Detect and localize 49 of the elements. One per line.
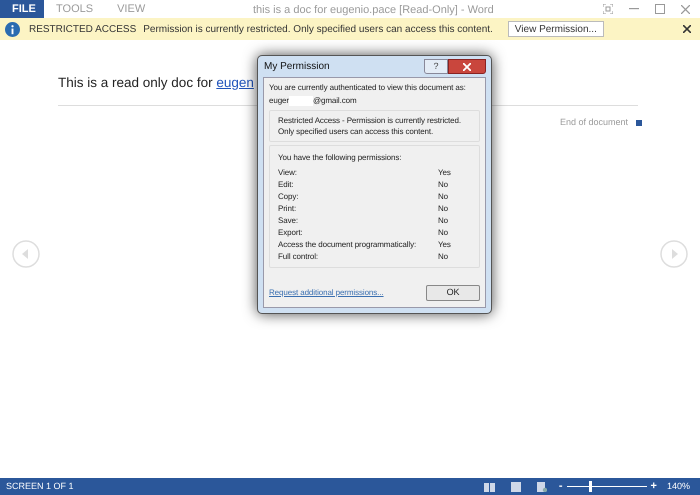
permission-value: No (438, 179, 448, 191)
permission-name: Print: (278, 203, 298, 215)
info-icon (5, 22, 20, 36)
ok-button[interactable]: OK (426, 285, 480, 301)
notice-text: Restricted Access - Permission is currently restricted. Only specified users can access this content. (278, 115, 462, 137)
view-permission-button[interactable]: View Permission... (508, 21, 604, 37)
window-title: this is a doc for eugenio.pace [Read-Only] - Word (253, 3, 494, 18)
permission-value: No (438, 227, 448, 239)
help-button[interactable]: ? (424, 59, 448, 74)
permission-value: Yes (438, 239, 451, 251)
close-button[interactable] (448, 59, 486, 74)
permission-name: Copy: (278, 191, 300, 203)
authentication-text: You are currently authenticated to view this document as: (269, 83, 467, 93)
book-icon[interactable] (484, 482, 495, 492)
minimize-icon[interactable] (629, 8, 639, 10)
page-icon[interactable] (510, 482, 521, 492)
email-start: euger (269, 95, 289, 107)
web-layout-icon[interactable] (536, 482, 547, 492)
screen-count: SCREEN 1 OF 1 (6, 480, 74, 493)
request-permissions-link[interactable]: Request additional permissions... (269, 287, 384, 299)
permissions-heading: You have the following permissions: (278, 152, 402, 164)
fullscreen-icon[interactable] (603, 4, 613, 14)
permission-name: Save: (278, 215, 299, 227)
menu-tab[interactable]: FILE (0, 0, 44, 18)
info-heading: RESTRICTED ACCESS (29, 22, 136, 36)
close-icon (463, 62, 471, 70)
permission-value: Yes (438, 167, 451, 179)
permission-value: No (438, 251, 448, 263)
info-message: Permission is currently restricted. Only specified users can access this content. (143, 22, 493, 36)
end-of-document-label: End of document (560, 116, 628, 130)
permission-name: Access the document programmatically: (278, 239, 418, 251)
end-marker-icon (636, 120, 642, 126)
document-text: This is a read only doc for eugen (58, 74, 254, 92)
permission-value: No (438, 203, 448, 215)
permission-name: View: (278, 167, 298, 179)
permission-name: Export: (278, 227, 304, 239)
permission-name: Edit: (278, 179, 295, 191)
close-icon[interactable] (683, 25, 691, 33)
permission-value: No (438, 191, 448, 203)
zoom-thumb[interactable] (588, 481, 592, 492)
email-end: @gmail.com (312, 95, 357, 107)
zoom-level: 140% (666, 480, 690, 493)
permission-name: Full control: (278, 251, 320, 263)
maximize-icon[interactable] (655, 4, 665, 14)
dialog-title: My Permission (264, 60, 330, 74)
zoom-out-button[interactable]: - (558, 478, 563, 495)
permission-value: No (438, 215, 448, 227)
email-link[interactable]: eugen (216, 75, 254, 90)
zoom-in-button[interactable]: + (650, 478, 657, 495)
